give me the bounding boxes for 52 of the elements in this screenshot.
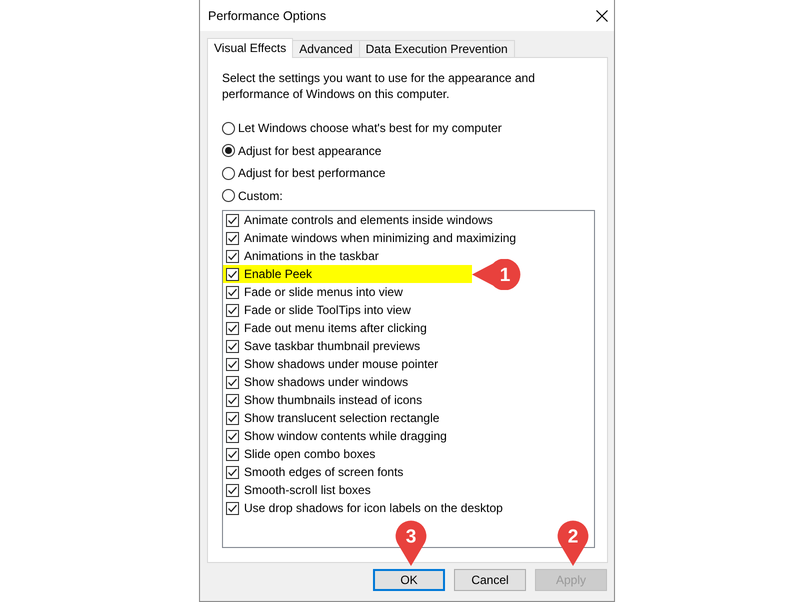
window-title: Performance Options — [208, 8, 326, 22]
checkbox[interactable] — [226, 232, 239, 244]
checkbox-label[interactable]: Fade or slide menus into view — [244, 285, 403, 299]
checkbox-label[interactable]: Slide open combo boxes — [244, 447, 376, 461]
checkbox[interactable] — [226, 304, 239, 316]
radio-button[interactable] — [222, 189, 235, 202]
radio-label[interactable]: Custom: — [238, 188, 283, 203]
radio-button[interactable] — [222, 144, 235, 158]
radio-button[interactable] — [222, 166, 235, 180]
checkbox[interactable] — [226, 484, 239, 496]
radio-label[interactable]: Adjust for best performance — [238, 166, 386, 180]
checkbox-label[interactable]: Smooth-scroll list boxes — [244, 483, 371, 497]
checkbox[interactable] — [226, 430, 239, 442]
checkbox-label[interactable]: Animate windows when minimizing and maximizing — [244, 231, 516, 245]
checkbox-label[interactable]: Show window contents while dragging — [244, 429, 447, 443]
checkbox[interactable] — [226, 214, 239, 226]
dialog-button[interactable]: OK — [373, 569, 445, 591]
tab[interactable]: Visual Effects — [207, 38, 294, 58]
radio-label[interactable]: Adjust for best appearance — [238, 144, 382, 158]
checkbox[interactable] — [226, 394, 239, 406]
checkbox[interactable] — [226, 412, 239, 424]
checkbox-label[interactable]: Enable Peek — [244, 267, 312, 281]
close-icon[interactable] — [596, 10, 608, 22]
checkbox-label[interactable]: Show translucent selection rectangle — [244, 411, 440, 425]
checkbox[interactable] — [226, 286, 239, 298]
dialog-button[interactable]: Cancel — [454, 569, 526, 591]
callout-marker: 1 — [472, 259, 521, 290]
checkbox[interactable] — [226, 448, 239, 460]
checkbox-label[interactable]: Use drop shadows for icon labels on the desktop — [244, 501, 503, 515]
radio-button[interactable] — [222, 122, 235, 135]
checkbox-label[interactable]: Show shadows under mouse pointer — [244, 357, 438, 371]
checkbox[interactable] — [226, 340, 239, 352]
checkbox[interactable] — [226, 358, 239, 370]
checkbox-label[interactable]: Animations in the taskbar — [244, 249, 379, 263]
radio-label[interactable]: Let Windows choose what's best for my computer — [238, 121, 502, 136]
checkbox[interactable] — [226, 322, 239, 334]
checkbox-label[interactable]: Fade out menu items after clicking — [244, 321, 427, 335]
tab[interactable]: Data Execution Prevention — [358, 40, 515, 57]
callout-marker: 3 — [395, 520, 427, 566]
checkbox-label[interactable]: Animate controls and elements inside windows — [244, 213, 493, 227]
checkbox-label[interactable]: Fade or slide ToolTips into view — [244, 303, 411, 317]
checkbox[interactable] — [226, 502, 239, 514]
checkbox[interactable] — [226, 268, 239, 280]
checkbox[interactable] — [226, 466, 239, 478]
callout-marker: 2 — [557, 520, 589, 566]
checkbox[interactable] — [226, 250, 239, 262]
checkbox-label[interactable]: Show shadows under windows — [244, 375, 408, 389]
description-text: Select the settings you want to use for the appearance and performance of Windows on this computer. — [222, 70, 536, 102]
checkbox-label[interactable]: Smooth edges of screen fonts — [244, 465, 404, 479]
checkbox-label[interactable]: Show thumbnails instead of icons — [244, 393, 422, 407]
checkbox-label[interactable]: Save taskbar thumbnail previews — [244, 339, 420, 353]
checkbox[interactable] — [226, 376, 239, 388]
